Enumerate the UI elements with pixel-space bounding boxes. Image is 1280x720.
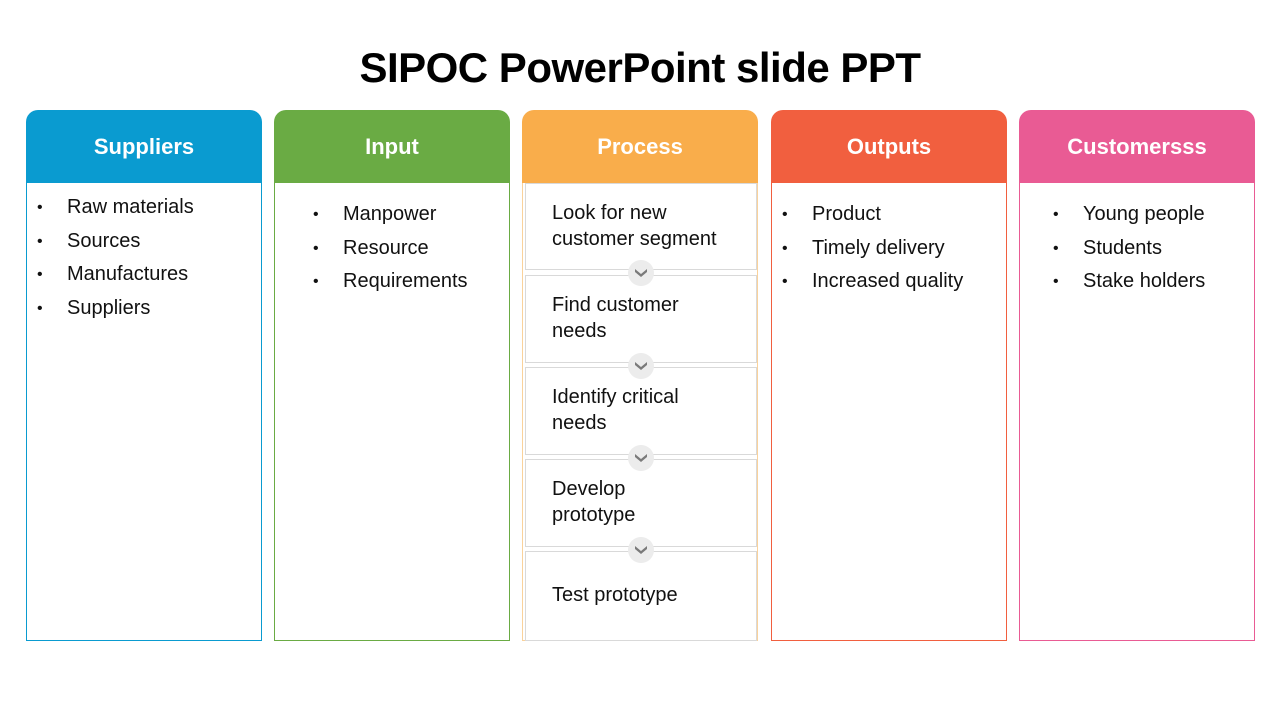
list-item: • Requirements [303, 265, 468, 299]
bullet-icon: • [782, 206, 788, 223]
list-item: • Raw materials [27, 191, 194, 225]
list-item: • Manpower [303, 198, 468, 232]
list-item-text: Suppliers [67, 296, 151, 319]
list-item-text: Students [1083, 236, 1162, 259]
list-item-text: Manpower [343, 203, 437, 225]
suppliers-list: • Raw materials • Sources • Manufactures • Supp… [27, 191, 194, 325]
column-outputs: Outputs • Product • Timely delivery • Increase… [771, 110, 1007, 641]
bullet-icon: • [313, 239, 319, 257]
chevron-down-icon [628, 353, 654, 379]
list-item-text: Resource [343, 236, 429, 259]
list-item-text: Increased quality [812, 270, 964, 292]
column-header-suppliers: Suppliers [26, 110, 262, 183]
column-suppliers: Suppliers • Raw materials • Sources • Manufact… [26, 110, 262, 641]
column-process: Process Look for new customer segment Find … [522, 110, 758, 641]
chevron-down-icon [628, 445, 654, 471]
bullet-icon: • [782, 239, 788, 257]
list-item-text: Sources [67, 229, 141, 252]
bullet-icon: • [37, 199, 43, 216]
list-item: • Timely delivery [772, 232, 963, 266]
process-step: Develop prototype [525, 459, 757, 547]
bullet-icon: • [37, 299, 43, 317]
column-body-input: • Manpower • Resource • Requirements [274, 183, 510, 641]
chevron-down-icon [628, 537, 654, 563]
column-customers: Customersss • Young people • Students • Stake … [1019, 110, 1255, 641]
column-body-outputs: • Product • Timely delivery • Increased quali… [771, 183, 1007, 641]
column-header-process: Process [522, 110, 758, 183]
bullet-icon: • [37, 232, 43, 250]
outputs-list: • Product • Timely delivery • Increased quali… [772, 198, 963, 299]
slide-title: SIPOC PowerPoint slide PPT [359, 44, 921, 91]
column-header-input: Input [274, 110, 510, 183]
bullet-icon: • [1053, 206, 1059, 223]
list-item-text: Requirements [343, 270, 468, 292]
chevron-down-icon [628, 260, 654, 286]
process-step-text: Identify critical needs [552, 386, 679, 434]
column-header-outputs: Outputs [771, 110, 1007, 183]
list-item-text: Timely delivery [812, 236, 945, 259]
bullet-icon: • [1053, 239, 1059, 257]
process-step: Look for new customer segment [525, 183, 757, 270]
customers-list: • Young people • Students • Stake holders [1043, 198, 1205, 299]
process-step: Find customer needs [525, 275, 757, 363]
list-item-text: Stake holders [1083, 270, 1206, 292]
list-item-text: Raw materials [67, 196, 194, 218]
process-step-text: Develop prototype [552, 478, 636, 526]
process-step: Test prototype [525, 551, 757, 641]
list-item: • Product [772, 198, 963, 232]
process-step-text: Look for new customer segment [552, 201, 717, 250]
list-item: • Young people [1043, 198, 1205, 232]
list-item: • Increased quality [772, 265, 963, 299]
column-input: Input • Manpower • Resource • Requirements [274, 110, 510, 641]
list-item-text: Product [812, 203, 881, 225]
column-body-customers: • Young people • Students • Stake holders [1019, 183, 1255, 641]
list-item-text: Young people [1083, 203, 1205, 225]
process-step-text: Find customer needs [552, 294, 679, 342]
process-step: Identify critical needs [525, 367, 757, 455]
list-item: • Sources [27, 225, 194, 259]
bullet-icon: • [37, 266, 43, 283]
process-step-text: Test prototype [552, 584, 678, 606]
list-item: • Manufactures [27, 258, 194, 292]
list-item: • Students [1043, 232, 1205, 266]
bullet-icon: • [1053, 273, 1059, 290]
bullet-icon: • [313, 206, 319, 223]
list-item: • Resource [303, 232, 468, 266]
bullet-icon: • [313, 273, 319, 290]
list-item: • Suppliers [27, 292, 194, 326]
input-list: • Manpower • Resource • Requirements [303, 198, 468, 299]
list-item-text: Manufactures [67, 263, 189, 285]
column-body-suppliers: • Raw materials • Sources • Manufactures • Supp… [26, 183, 262, 641]
list-item: • Stake holders [1043, 265, 1205, 299]
column-header-customers: Customersss [1019, 110, 1255, 183]
column-body-process: Look for new customer segment Find custome… [522, 183, 758, 641]
bullet-icon: • [782, 273, 788, 290]
